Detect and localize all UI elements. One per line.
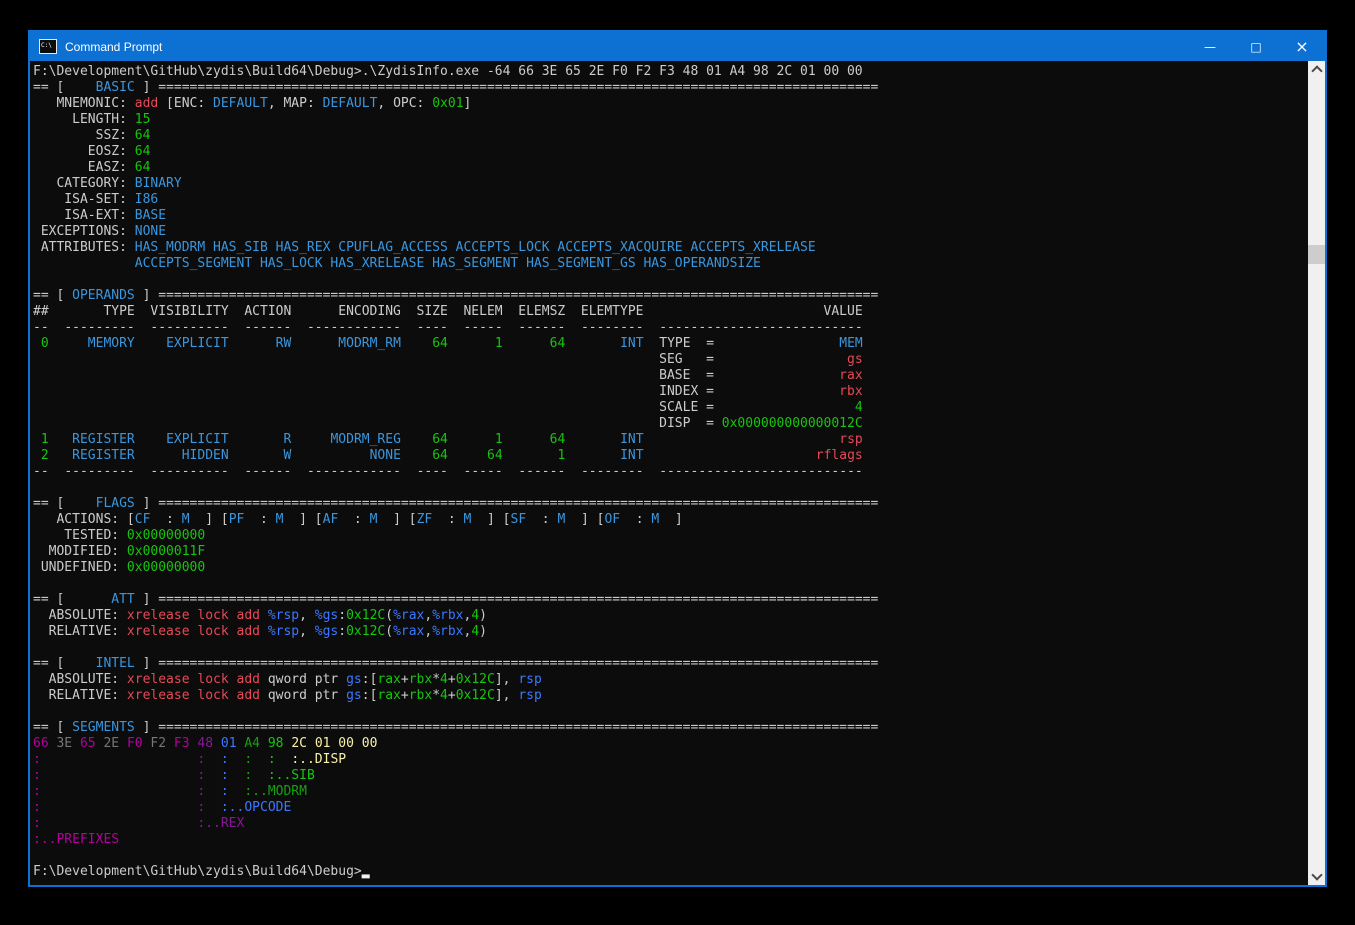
terminal-line: EXCEPTIONS: NONE — [33, 224, 1308, 240]
terminal-line: == [ FLAGS ] ===========================… — [33, 496, 1308, 512]
close-icon: × — [1295, 37, 1308, 56]
terminal-output: F:\Development\GitHub\zydis\Build64\Debu… — [33, 64, 1308, 880]
terminal-line: ISA-EXT: BASE — [33, 208, 1308, 224]
terminal-line: == [ SEGMENTS ] ========================… — [33, 720, 1308, 736]
terminal-line: 0 MEMORY EXPLICIT RW MODRM_RM 64 1 64 IN… — [33, 336, 1308, 352]
cmd-window: C:\ Command Prompt — □ × F:\Development\… — [28, 30, 1327, 887]
terminal-line: ACCEPTS_SEGMENT HAS_LOCK HAS_XRELEASE HA… — [33, 256, 1308, 272]
terminal-line — [33, 704, 1308, 720]
terminal-line: EASZ: 64 — [33, 160, 1308, 176]
title-bar[interactable]: C:\ Command Prompt — □ × — [30, 32, 1325, 61]
terminal-line: RELATIVE: xrelease lock add %rsp, %gs:0x… — [33, 624, 1308, 640]
terminal-line: 66 3E 65 2E F0 F2 F3 48 01 A4 98 2C 01 0… — [33, 736, 1308, 752]
terminal-line: == [ BASIC ] ===========================… — [33, 80, 1308, 96]
terminal-line: UNDEFINED: 0x00000000 — [33, 560, 1308, 576]
terminal-line: -- --------- ---------- ------ ---------… — [33, 320, 1308, 336]
chevron-up-icon — [1311, 65, 1322, 76]
chevron-down-icon — [1311, 869, 1322, 880]
terminal-line: TESTED: 0x00000000 — [33, 528, 1308, 544]
minimize-button[interactable]: — — [1187, 32, 1233, 61]
terminal-line — [33, 272, 1308, 288]
window-title: Command Prompt — [65, 40, 162, 54]
terminal-line: ABSOLUTE: xrelease lock add qword ptr gs… — [33, 672, 1308, 688]
terminal-line: EOSZ: 64 — [33, 144, 1308, 160]
terminal-line: == [ OPERANDS ] ========================… — [33, 288, 1308, 304]
terminal-line: DISP = 0x000000000000012C — [33, 416, 1308, 432]
terminal-line: 2 REGISTER HIDDEN W NONE 64 64 1 INT rfl… — [33, 448, 1308, 464]
prompt-cursor: ▂ — [362, 864, 370, 879]
cmd-app-icon: C:\ — [39, 39, 57, 54]
terminal-line: SCALE = 4 — [33, 400, 1308, 416]
terminal-line: : : : : : :..DISP — [33, 752, 1308, 768]
terminal-line: SSZ: 64 — [33, 128, 1308, 144]
terminal-line: MNEMONIC: add [ENC: DEFAULT, MAP: DEFAUL… — [33, 96, 1308, 112]
terminal-line: RELATIVE: xrelease lock add qword ptr gs… — [33, 688, 1308, 704]
terminal-line: INDEX = rbx — [33, 384, 1308, 400]
terminal-line: == [ ATT ] =============================… — [33, 592, 1308, 608]
terminal-line: -- --------- ---------- ------ ---------… — [33, 464, 1308, 480]
terminal-line: F:\Development\GitHub\zydis\Build64\Debu… — [33, 64, 1308, 80]
minimize-icon: — — [1204, 40, 1216, 54]
terminal-line: : : : : :..SIB — [33, 768, 1308, 784]
terminal-line: BASE = rax — [33, 368, 1308, 384]
scroll-up-button[interactable] — [1308, 61, 1325, 78]
terminal-line — [33, 480, 1308, 496]
terminal[interactable]: F:\Development\GitHub\zydis\Build64\Debu… — [30, 61, 1308, 885]
scrollbar[interactable] — [1308, 61, 1325, 885]
desktop-background: { "window": { "title": "Command Prompt",… — [0, 0, 1355, 925]
terminal-line: LENGTH: 15 — [33, 112, 1308, 128]
scroll-down-button[interactable] — [1308, 868, 1325, 885]
terminal-line — [33, 576, 1308, 592]
scroll-thumb[interactable] — [1308, 245, 1325, 264]
terminal-line: : :..REX — [33, 816, 1308, 832]
terminal-line: F:\Development\GitHub\zydis\Build64\Debu… — [33, 864, 1308, 880]
window-controls: — □ × — [1187, 32, 1325, 61]
maximize-button[interactable]: □ — [1233, 32, 1279, 61]
terminal-line: : : : :..MODRM — [33, 784, 1308, 800]
terminal-line — [33, 848, 1308, 864]
terminal-line: MODIFIED: 0x0000011F — [33, 544, 1308, 560]
terminal-line: :..PREFIXES — [33, 832, 1308, 848]
maximize-icon: □ — [1250, 40, 1261, 54]
terminal-line: : : :..OPCODE — [33, 800, 1308, 816]
close-button[interactable]: × — [1279, 32, 1325, 61]
terminal-line: CATEGORY: BINARY — [33, 176, 1308, 192]
terminal-line: ISA-SET: I86 — [33, 192, 1308, 208]
terminal-line: 1 REGISTER EXPLICIT R MODRM_REG 64 1 64 … — [33, 432, 1308, 448]
terminal-line: SEG = gs — [33, 352, 1308, 368]
terminal-line: ## TYPE VISIBILITY ACTION ENCODING SIZE … — [33, 304, 1308, 320]
terminal-line: ABSOLUTE: xrelease lock add %rsp, %gs:0x… — [33, 608, 1308, 624]
terminal-line: == [ INTEL ] ===========================… — [33, 656, 1308, 672]
terminal-line: ATTRIBUTES: HAS_MODRM HAS_SIB HAS_REX CP… — [33, 240, 1308, 256]
terminal-line — [33, 640, 1308, 656]
terminal-line: ACTIONS: [CF : M ] [PF : M ] [AF : M ] [… — [33, 512, 1308, 528]
